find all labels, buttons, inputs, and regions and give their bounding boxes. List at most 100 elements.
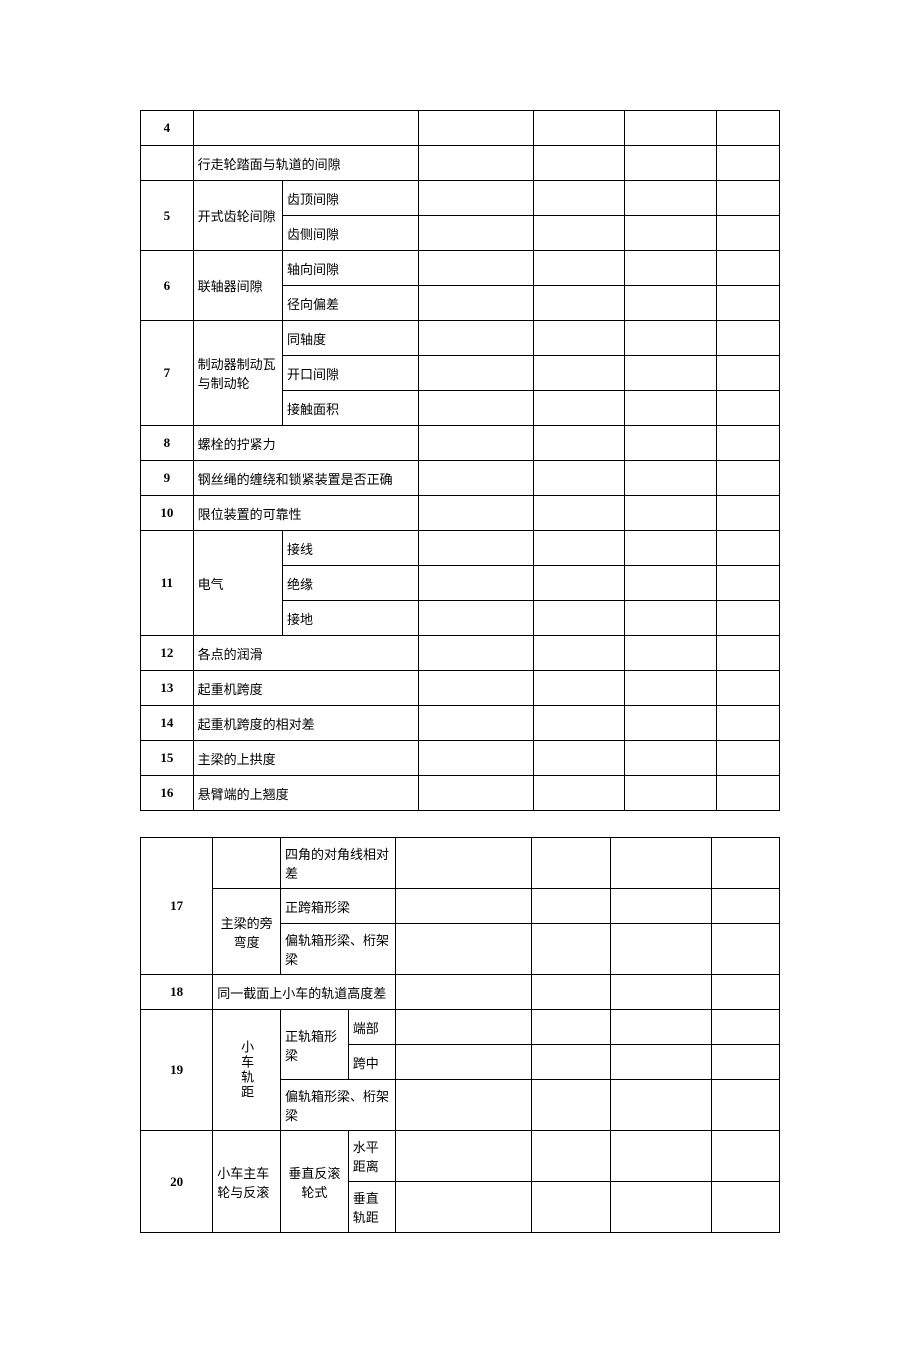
cell xyxy=(419,636,534,671)
cell xyxy=(625,321,717,356)
cell xyxy=(533,216,625,251)
cell xyxy=(716,671,779,706)
cell xyxy=(610,1010,712,1045)
cell xyxy=(419,216,534,251)
table-row: 16 悬臂端的上翘度 xyxy=(141,776,780,811)
row-10-text: 限位装置的可靠性 xyxy=(193,496,419,531)
cell xyxy=(419,391,534,426)
cell xyxy=(625,671,717,706)
cell xyxy=(625,566,717,601)
cell xyxy=(531,1010,610,1045)
table-row: 主梁的旁弯度 正跨箱形梁 xyxy=(141,889,780,924)
row-11-sub3: 接地 xyxy=(282,601,418,636)
cell xyxy=(610,838,712,889)
cell xyxy=(716,566,779,601)
cell xyxy=(419,496,534,531)
cell xyxy=(533,356,625,391)
diag-label: 四角的对角线相对差 xyxy=(280,838,395,889)
cell xyxy=(533,776,625,811)
cell xyxy=(396,924,531,975)
cell xyxy=(712,924,780,975)
row-18-text: 同一截面上小车的轨道高度差 xyxy=(213,975,396,1010)
cell xyxy=(716,426,779,461)
row-11-num: 11 xyxy=(141,531,194,636)
table-row: 15 主梁的上拱度 xyxy=(141,741,780,776)
cell xyxy=(625,741,717,776)
table-row: 20 小车主车轮与反滚 垂直反滚轮式 水平距离 xyxy=(141,1131,780,1182)
table-row: 12 各点的润滑 xyxy=(141,636,780,671)
row-9-num: 9 xyxy=(141,461,194,496)
cell xyxy=(716,216,779,251)
table-row: 8 螺栓的拧紧力 xyxy=(141,426,780,461)
cell xyxy=(716,776,779,811)
inspection-table-1: 4 行走轮踏面与轨道的间隙 5 开式齿轮间隙 齿顶间隙 齿侧间隙 6 联轴器间隙… xyxy=(140,110,780,811)
table-row: 5 开式齿轮间隙 齿顶间隙 xyxy=(141,181,780,216)
cell xyxy=(531,889,610,924)
row-19-g1s2: 跨中 xyxy=(348,1045,395,1080)
cell xyxy=(716,706,779,741)
row-16-num: 16 xyxy=(141,776,194,811)
cell xyxy=(712,1182,780,1233)
row-17-label: 主梁的旁弯度 xyxy=(213,889,281,975)
row-5-sub2: 齿侧间隙 xyxy=(282,216,418,251)
row-7-label: 制动器制动瓦与制动轮 xyxy=(193,321,282,426)
cell xyxy=(625,251,717,286)
table-row: 行走轮踏面与轨道的间隙 xyxy=(141,146,780,181)
cell xyxy=(419,356,534,391)
cell xyxy=(625,636,717,671)
cell xyxy=(533,741,625,776)
cell xyxy=(625,181,717,216)
cell xyxy=(716,391,779,426)
cell xyxy=(625,111,717,146)
row-13-text: 起重机跨度 xyxy=(193,671,419,706)
cell xyxy=(419,601,534,636)
row-14-num: 14 xyxy=(141,706,194,741)
row-7-sub1: 同轴度 xyxy=(282,321,418,356)
cell xyxy=(533,636,625,671)
row-20-label: 小车主车轮与反滚 xyxy=(213,1131,281,1233)
cell xyxy=(419,181,534,216)
cell xyxy=(716,286,779,321)
row-8-text: 螺栓的拧紧力 xyxy=(193,426,419,461)
cell xyxy=(716,601,779,636)
cell xyxy=(712,1131,780,1182)
row-20-num: 20 xyxy=(141,1131,213,1233)
row-8-num: 8 xyxy=(141,426,194,461)
row-6-label: 联轴器间隙 xyxy=(193,251,282,321)
cell xyxy=(533,181,625,216)
cell xyxy=(396,1080,531,1131)
cell xyxy=(533,531,625,566)
cell xyxy=(716,636,779,671)
row-13-num: 13 xyxy=(141,671,194,706)
table-row: 18 同一截面上小车的轨道高度差 xyxy=(141,975,780,1010)
cell xyxy=(396,1131,531,1182)
row-4-num: 4 xyxy=(141,111,194,146)
cell xyxy=(531,1080,610,1131)
row-19-g2: 偏轨箱形梁、桁架梁 xyxy=(280,1080,395,1131)
cell xyxy=(396,1045,531,1080)
cell xyxy=(716,741,779,776)
cell xyxy=(533,601,625,636)
cell xyxy=(625,496,717,531)
row-16-text: 悬臂端的上翘度 xyxy=(193,776,419,811)
cell xyxy=(716,251,779,286)
cell xyxy=(533,671,625,706)
cell xyxy=(625,216,717,251)
cell xyxy=(419,566,534,601)
row-15-text: 主梁的上拱度 xyxy=(193,741,419,776)
cell xyxy=(531,838,610,889)
table-row: 14 起重机跨度的相对差 xyxy=(141,706,780,741)
cell xyxy=(610,1182,712,1233)
row-17-sub2: 偏轨箱形梁、桁架梁 xyxy=(280,924,395,975)
row-6-sub2: 径向偏差 xyxy=(282,286,418,321)
row-7-num: 7 xyxy=(141,321,194,426)
cell xyxy=(716,496,779,531)
cell xyxy=(610,889,712,924)
table-row: 6 联轴器间隙 轴向间隙 xyxy=(141,251,780,286)
table-row: 4 xyxy=(141,111,780,146)
cell xyxy=(533,496,625,531)
cell xyxy=(531,975,610,1010)
cell xyxy=(533,566,625,601)
row-12-num: 12 xyxy=(141,636,194,671)
row-14-text: 起重机跨度的相对差 xyxy=(193,706,419,741)
